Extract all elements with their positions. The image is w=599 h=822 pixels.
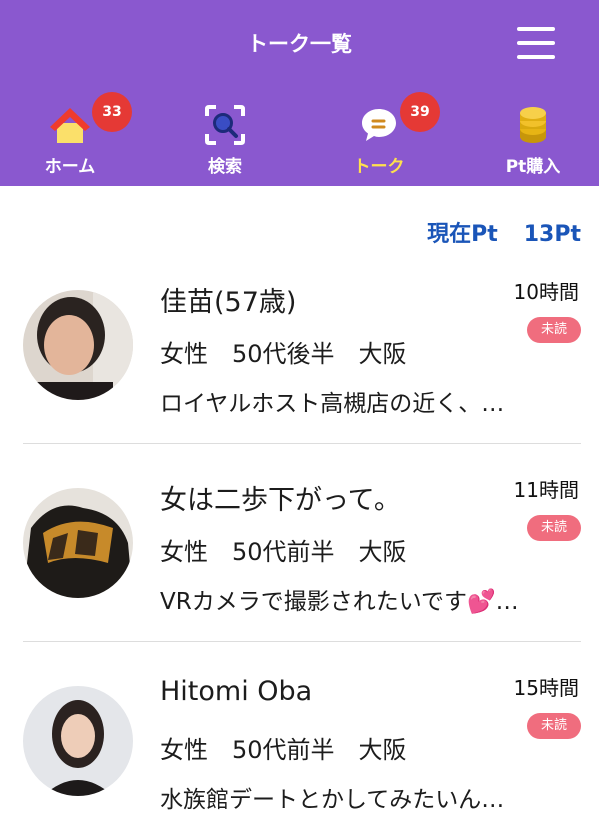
home-icon [50,108,90,143]
conversation-meta: 女性 50代前半 大阪 [160,538,407,566]
conversation-meta: 女性 50代前半 大阪 [160,736,407,764]
divider [23,641,581,642]
tab-talk[interactable]: 39 トーク [319,92,440,181]
unread-badge: 未読 [527,713,581,739]
conversation-meta: 女性 50代後半 大阪 [160,340,407,368]
conversation-time: 15時間前 [513,676,579,700]
conversation-row[interactable]: Hitomi Oba 15時間前 未読 女性 50代前半 大阪 水族館デートとか… [0,654,599,822]
tab-search[interactable]: 検索 [165,95,285,181]
conversation-message: VRカメラで撮影されたいです💕… [160,589,519,615]
unread-badge: 未読 [527,317,581,343]
conversation-name: 佳苗(57歳) [160,287,297,318]
conversation-row[interactable]: 女は二歩下がって。 11時間前 未読 女性 50代前半 大阪 VRカメラで撮影さ… [0,456,599,654]
points-value: 13Pt [523,222,581,247]
hamburger-menu-icon[interactable] [517,27,555,59]
app-header: トーク一覧 33 ホーム 検索 39 トーク Pt購入 [0,0,599,186]
tab-pt-purchase-label: Pt購入 [505,157,561,177]
conversation-name: Hitomi Oba [160,676,313,707]
conversation-time: 11時間前 [513,478,579,502]
coin-stack-icon [520,107,546,143]
conversation-time: 10時間前 [513,280,579,304]
conversation-message: 水族館デートとかしてみたいん… [160,787,505,813]
conversation-message: ロイヤルホスト高槻店の近く、… [160,391,505,417]
conversation-name: 女は二歩下がって。 [160,485,401,516]
tab-home[interactable]: 33 ホーム [10,92,132,181]
divider [23,443,581,444]
talk-badge: 39 [400,92,440,132]
unread-badge: 未読 [527,515,581,541]
tab-home-label: ホーム [44,157,96,177]
home-badge: 33 [92,92,132,132]
conversation-row[interactable]: 佳苗(57歳) 10時間前 未読 女性 50代後半 大阪 ロイヤルホスト高槻店の… [0,258,599,456]
search-icon [205,105,245,145]
current-points: 現在Pt 13Pt [427,216,581,248]
avatar [23,686,133,796]
tab-search-label: 検索 [208,157,242,177]
avatar [23,488,133,598]
chat-bubble-icon [362,109,396,141]
avatar [23,290,133,400]
tab-talk-label: トーク [353,157,405,177]
points-label: 現在Pt [427,222,498,247]
page-title: トーク一覧 [247,32,352,56]
tab-pt-purchase[interactable]: Pt購入 [473,95,593,181]
